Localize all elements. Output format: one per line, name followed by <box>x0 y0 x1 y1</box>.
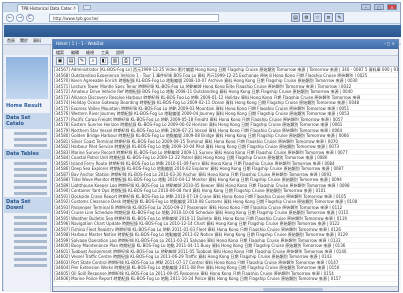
web-page: 首頁 關於 資料 Home Result Data Set Catalo Dat… <box>4 25 401 292</box>
sidebar-link[interactable] <box>14 186 47 189</box>
viewer-toolbar: ▣ ▤ ✎ ⌕ ◧ ▥ ⎙ ↶ <box>53 56 398 67</box>
window-controls: – □ × <box>361 4 397 10</box>
sidebar-link[interactable] <box>14 216 47 219</box>
viewer-menu-item[interactable]: 說明 <box>116 50 124 55</box>
sidebar-section: Data Set Catalo <box>4 113 50 147</box>
maximize-button[interactable]: □ <box>374 4 384 10</box>
tool-icon[interactable]: ◧ <box>100 57 108 65</box>
menu-icon[interactable]: ≡ <box>324 13 333 22</box>
sidebar-logo <box>6 57 48 99</box>
star-icon[interactable]: ☆ <box>313 13 322 22</box>
sidebar-link[interactable] <box>14 138 47 141</box>
sidebar-link[interactable] <box>14 144 47 147</box>
new-tab-button[interactable] <box>83 5 91 10</box>
back-button[interactable]: ← <box>6 14 14 22</box>
horizontal-scrollbar[interactable] <box>53 286 398 291</box>
sidebar-link[interactable] <box>14 258 47 261</box>
tool-icon[interactable]: ▤ <box>67 57 75 65</box>
tool-icon[interactable]: ✎ <box>78 57 86 65</box>
sidebar-link[interactable] <box>14 168 47 171</box>
address-bar[interactable]: http://www.tpb.gov.tw/ <box>49 14 219 22</box>
sidebar-nav[interactable]: Home Result <box>4 101 50 111</box>
viewer-menu-item[interactable]: 工具 <box>101 50 109 55</box>
tool-icon[interactable]: ▣ <box>56 57 64 65</box>
sidebar-link[interactable] <box>14 162 47 165</box>
page-menu-item[interactable]: 關於 <box>20 38 28 43</box>
sidebar-link[interactable] <box>14 180 47 183</box>
viewer-menu-item[interactable]: 檢視 <box>86 50 94 55</box>
sidebar-link[interactable] <box>14 222 47 225</box>
sidebar-link[interactable] <box>14 234 47 237</box>
reload-button[interactable]: C <box>26 14 34 22</box>
viewer-title: Hdset ( 1 ) - 1 - WebDat <box>56 41 104 46</box>
sidebar-link[interactable] <box>14 246 47 249</box>
browser-window: TPB Historical Data Cater... × – □ × ← →… <box>2 2 401 292</box>
page-menu-item[interactable]: 資料 <box>33 38 41 43</box>
page-icon[interactable]: ▤ <box>291 13 300 22</box>
sidebar-section-title[interactable]: Data Tables <box>4 149 50 159</box>
viewer-menubar: 檔案 編輯 檢視 工具 說明 <box>53 49 398 56</box>
sidebar-section-title[interactable]: Data Set Downl <box>4 197 50 213</box>
data-record-list[interactable]: [34567] Administrator [KL-BOS-Fog Lo] 西元… <box>53 67 398 287</box>
forward-button[interactable]: → <box>16 14 24 22</box>
tab-close-icon[interactable]: × <box>73 5 76 10</box>
sidebar-link[interactable] <box>14 264 47 267</box>
sidebar-section: Data Tables <box>4 149 50 195</box>
data-record-row[interactable]: [34606] Marine Police Report 時期紀錄 KL-BOS… <box>53 276 398 282</box>
sidebar-link[interactable] <box>14 174 47 177</box>
wrench-icon[interactable]: ✎ <box>335 13 344 22</box>
sidebar-link[interactable] <box>14 240 47 243</box>
viewer-menu-item[interactable]: 檔案 <box>56 50 64 55</box>
browser-tab[interactable]: TPB Historical Data Cater... <box>17 4 79 12</box>
minimize-button[interactable]: – <box>361 4 371 10</box>
data-viewer-window: Hdset ( 1 ) - 1 - WebDat - ▢ × 檔案 編輯 檢視 … <box>52 39 399 292</box>
address-toolbar: ← → C http://www.tpb.gov.tw/ ▤ ⚙ ☆ ≡ ✎ <box>3 12 400 24</box>
sidebar-section-title[interactable]: Data Set Catalo <box>4 113 50 129</box>
tool-icon[interactable]: ⌕ <box>89 57 97 65</box>
viewer-titlebar: Hdset ( 1 ) - 1 - WebDat - ▢ × <box>53 40 398 49</box>
sidebar-link[interactable] <box>14 192 47 195</box>
viewer-menu-item[interactable]: 編輯 <box>71 50 79 55</box>
sidebar-link[interactable] <box>14 252 47 255</box>
tool-icon[interactable]: ▥ <box>111 57 119 65</box>
viewer-window-controls[interactable]: - ▢ × <box>384 41 395 48</box>
sidebar-toolbar <box>4 45 50 55</box>
tool-icon[interactable]: ⎙ <box>122 57 130 65</box>
scrollbar-thumb[interactable] <box>263 288 323 291</box>
tools-icon[interactable]: ⚙ <box>302 13 311 22</box>
tab-title: TPB Historical Data Cater... <box>21 6 76 11</box>
sidebar-section: Data Set Downl <box>4 197 50 267</box>
page-banner <box>4 25 401 37</box>
page-menu-item[interactable]: 首頁 <box>7 38 15 43</box>
close-window-button[interactable]: × <box>387 4 397 10</box>
tool-icon[interactable]: ↶ <box>133 57 141 65</box>
sidebar-link[interactable] <box>14 132 47 135</box>
tab-strip: TPB Historical Data Cater... × – □ × <box>3 3 400 12</box>
sidebar-link[interactable] <box>14 228 47 231</box>
toolbar-icons: ▤ ⚙ ☆ ≡ ✎ <box>291 13 344 22</box>
page-sidebar: Home Result Data Set Catalo Data Tables … <box>4 45 51 292</box>
